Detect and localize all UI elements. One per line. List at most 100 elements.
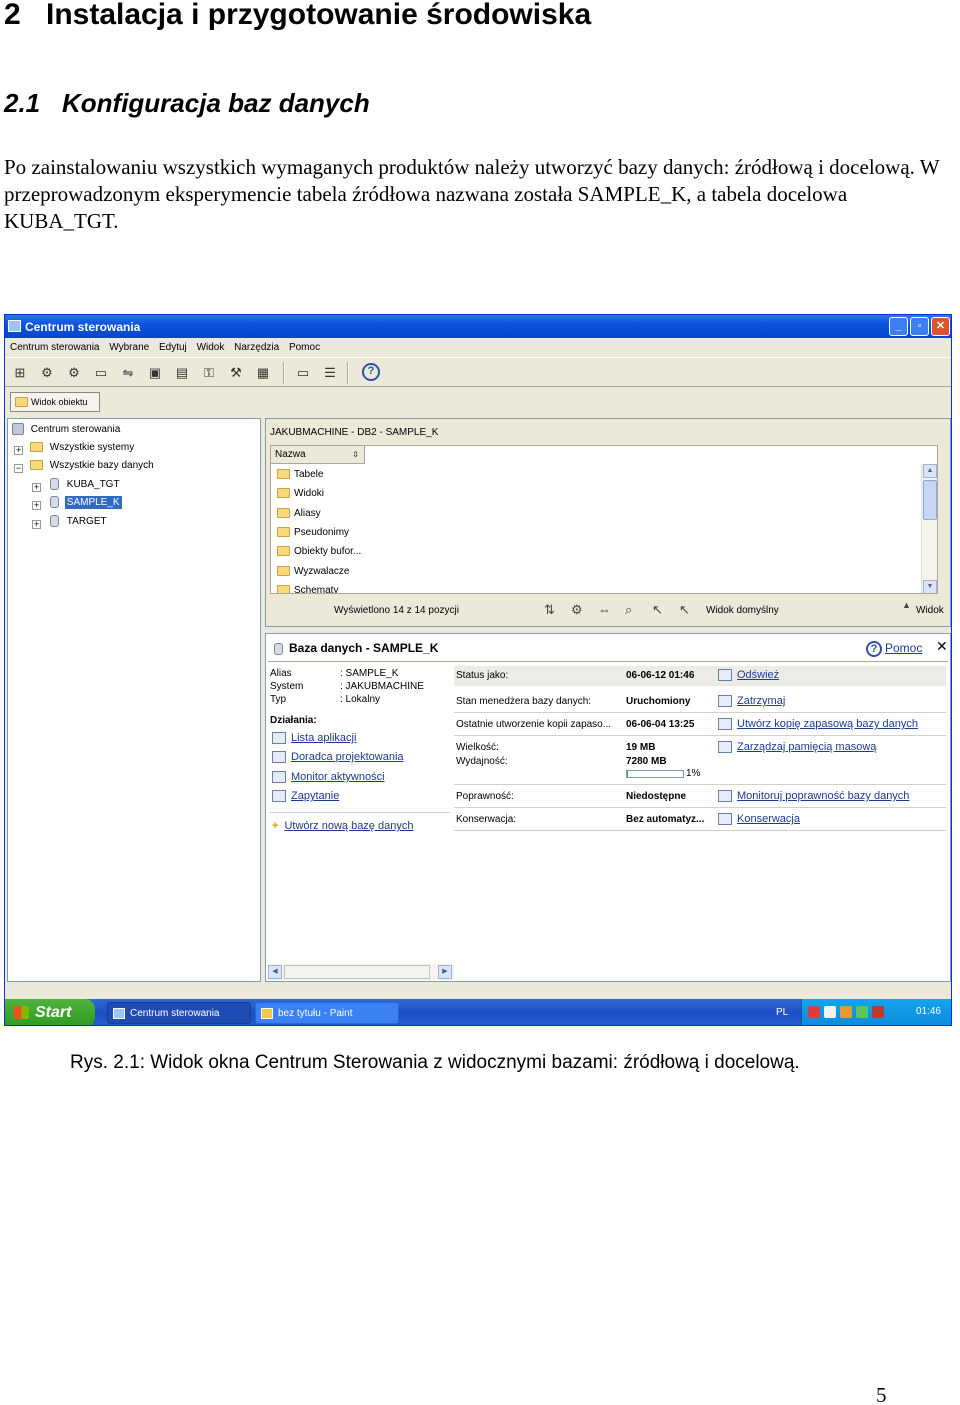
object-tree: Centrum sterowania + Wszystkie systemy −… [7, 418, 261, 982]
tree-item-db-sample-k[interactable]: SAMPLE_K [50, 495, 122, 509]
view-default[interactable]: Widok domyślny [706, 605, 779, 616]
help-link[interactable]: ? Pomoc [866, 641, 922, 657]
action-maintenance[interactable]: Konserwacja [718, 813, 800, 826]
status-label: Wielkość: [456, 742, 499, 753]
action-design-advisor[interactable]: Doradca projektowania [272, 751, 404, 764]
list-icon[interactable]: ☰ [321, 364, 339, 381]
backup-icon [718, 718, 732, 731]
security-icon[interactable] [808, 1006, 820, 1018]
db2-tray-icon[interactable] [840, 1006, 852, 1018]
list-item-triggers[interactable]: Wyzwalacze [277, 566, 349, 577]
filter-icon[interactable]: ⚙ [571, 602, 583, 618]
status-value: Bez automatyz... [626, 814, 705, 825]
list-item-label: Wyzwalacze [294, 566, 350, 577]
tab-object-view[interactable]: Widok obiektu [10, 392, 100, 412]
close-details-icon[interactable]: ✕ [936, 638, 948, 655]
close-button[interactable]: ✕ [931, 317, 950, 336]
monitor-icon[interactable]: ▦ [254, 364, 272, 381]
language-indicator[interactable]: PL [776, 1007, 788, 1018]
help-icon[interactable]: ? [362, 363, 380, 381]
column-header-name[interactable]: Nazwa ⇳ [271, 446, 365, 464]
menu-edit[interactable]: Edytuj [159, 338, 187, 357]
chapter-title: Instalacja i przygotowanie środowiska [46, 0, 592, 31]
action-activity-monitor[interactable]: Monitor aktywności [272, 771, 385, 784]
action-create-database[interactable]: + Utwórz nową bazę danych [272, 820, 413, 832]
system-value: : JAKUBMACHINE [340, 681, 424, 692]
usage-progress-bar [626, 770, 684, 778]
task-paint[interactable]: bez tytułu - Paint [255, 1002, 399, 1024]
sort-az-icon[interactable]: ⇅ [544, 602, 555, 618]
actions-label: Działania: [270, 715, 317, 726]
scroll-left-icon[interactable]: ◀ [268, 965, 282, 979]
start-button[interactable]: Start [5, 999, 95, 1025]
health-center-icon[interactable]: ▣ [146, 364, 164, 381]
status-value: Uruchomiony [626, 696, 691, 707]
list-item-aliases[interactable]: Aliasy [277, 508, 321, 519]
tree-item-all-databases[interactable]: Wszystkie bazy danych [30, 460, 154, 471]
menu-tools[interactable]: Narzędzia [234, 338, 279, 357]
horizontal-scrollbar[interactable]: ◀ ▶ [268, 964, 454, 980]
tree-item-label: Centrum sterowania [30, 423, 121, 435]
deselect-icon[interactable]: ↖ [679, 602, 690, 618]
action-manage-storage[interactable]: Zarządzaj pamięcią masową [718, 741, 876, 754]
task-control-center[interactable]: Centrum sterowania [107, 1002, 251, 1024]
object-list: Nazwa ⇳ Tabele Widoki Aliasy Pseudonimy … [270, 445, 938, 594]
list-item-nicknames[interactable]: Pseudonimy [277, 527, 349, 538]
customize-columns-icon[interactable]: ⇔ [598, 602, 611, 617]
tree-item-all-systems[interactable]: Wszystkie systemy [30, 442, 134, 453]
maximize-button[interactable]: ▫ [910, 317, 929, 336]
view-button[interactable]: Widok [916, 605, 944, 616]
license-center-icon[interactable]: ⚿ [200, 364, 218, 381]
scroll-up-icon[interactable]: ▲ [923, 464, 937, 478]
action-backup[interactable]: Utwórz kopię zapasową bazy danych [718, 718, 918, 731]
list-item-tables[interactable]: Tabele [277, 469, 323, 480]
vertical-scrollbar[interactable]: ▲ ▼ [921, 464, 937, 593]
action-label: Monitor aktywności [291, 771, 385, 783]
control-center-icon [12, 423, 24, 435]
tree-item-db-target[interactable]: TARGET [50, 515, 107, 527]
action-query[interactable]: Zapytanie [272, 790, 339, 803]
action-monitor-health[interactable]: Monitoruj poprawność bazy danych [718, 790, 909, 803]
tree-item-db-kuba-tgt[interactable]: KUBA_TGT [50, 478, 120, 490]
menu-help[interactable]: Pomoc [289, 338, 320, 357]
tree-item-control-center[interactable]: Centrum sterowania [12, 423, 120, 435]
action-stop[interactable]: Zatrzymaj [718, 695, 785, 708]
expand-icon[interactable]: + [14, 446, 23, 455]
expand-icon[interactable]: + [32, 501, 41, 510]
scroll-right-icon[interactable]: ▶ [438, 965, 452, 979]
menu-selected[interactable]: Wybrane [109, 338, 149, 357]
select-all-icon[interactable]: ↖ [652, 602, 663, 618]
action-refresh[interactable]: Odśwież [718, 669, 779, 682]
configure-icon[interactable]: ▭ [294, 364, 312, 381]
list-item-views[interactable]: Widoki [277, 488, 324, 499]
journal-icon[interactable]: ▤ [173, 364, 191, 381]
paint-icon [261, 1008, 273, 1019]
plus-icon: + [272, 820, 279, 832]
satellite-icon[interactable]: ⚙ [65, 364, 83, 381]
menu-control-center[interactable]: Centrum sterowania [10, 338, 99, 357]
toolbar: ⊞ ⚙ ⚙ ▭ ⇋ ▣ ▤ ⚿ ⚒ ▦ ▭ ☰ ? [5, 357, 951, 387]
collapse-icon[interactable]: − [14, 464, 23, 473]
list-item-schemas[interactable]: Schematy [277, 585, 338, 593]
ati-icon[interactable] [872, 1006, 884, 1018]
list-item-buffer-objects[interactable]: Obiekty bufor... [277, 546, 361, 557]
expand-icon[interactable]: + [32, 483, 41, 492]
dev-center-icon[interactable]: ⚒ [227, 364, 245, 381]
update-icon[interactable] [856, 1006, 868, 1018]
network-icon[interactable] [824, 1006, 836, 1018]
scroll-down-icon[interactable]: ▼ [923, 580, 937, 593]
arrow-up-icon[interactable]: ▲ [902, 600, 911, 610]
expand-icon[interactable]: + [32, 520, 41, 529]
scroll-thumb[interactable] [923, 480, 937, 520]
object-tree-icon[interactable]: ⊞ [11, 364, 29, 381]
find-icon[interactable]: ⌕ [625, 602, 632, 618]
minimize-button[interactable]: _ [889, 317, 908, 336]
right-pane: JAKUBMACHINE - DB2 - SAMPLE_K Nazwa ⇳ Ta… [265, 418, 951, 982]
menu-view[interactable]: Widok [197, 338, 225, 357]
task-center-icon[interactable]: ⇋ [119, 364, 137, 381]
scroll-thumb[interactable] [284, 965, 430, 979]
divider [454, 807, 946, 808]
replication-icon[interactable]: ⚙ [38, 364, 56, 381]
command-editor-icon[interactable]: ▭ [92, 364, 110, 381]
action-application-list[interactable]: Lista aplikacji [272, 732, 356, 745]
